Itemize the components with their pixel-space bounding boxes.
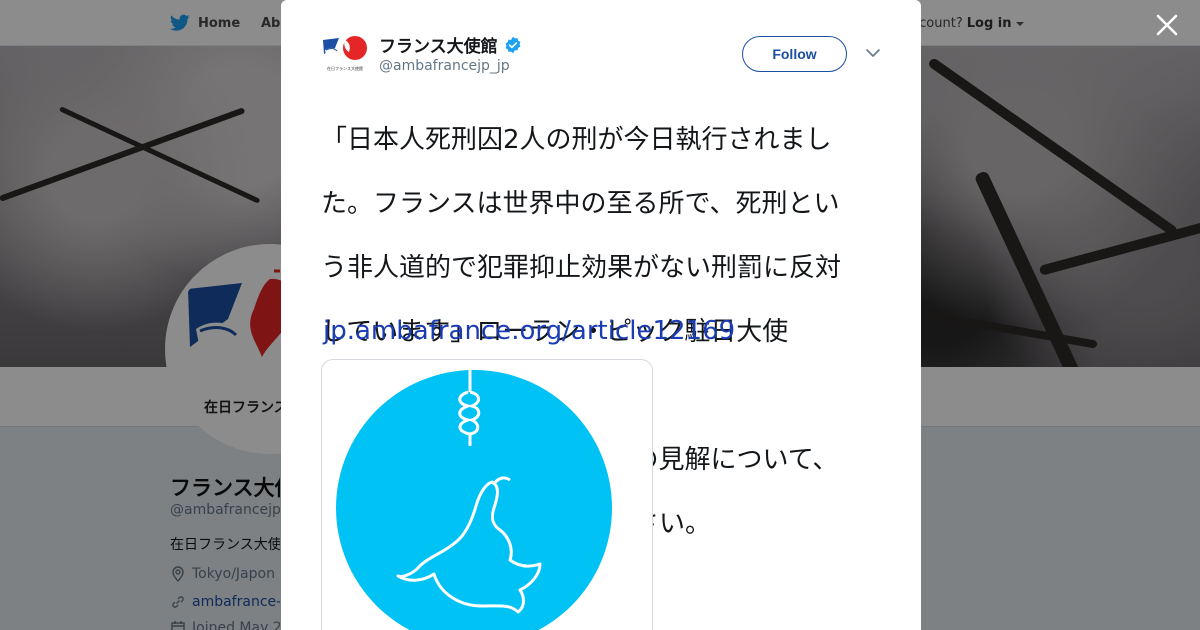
tweet-text-line: 「日本人死刑囚2人の刑が今日執行されまし <box>321 125 832 155</box>
tweet-media-card[interactable] <box>321 359 653 630</box>
author-name-text: フランス大使館 <box>379 37 498 57</box>
dove-noose-illustration <box>336 368 612 630</box>
tweet-link[interactable]: jp.ambafrance.org/article12169 <box>323 316 735 346</box>
tweet-text-line: う非人道的で犯罪抑止効果がない刑罰に反対 <box>321 253 842 283</box>
close-icon[interactable] <box>1154 12 1180 38</box>
tweet-header: 在日フランス大使館 フランス大使館 @ambafrancejp_jp Follo… <box>321 30 889 80</box>
chevron-down-icon[interactable] <box>865 46 881 60</box>
tweet-modal: 在日フランス大使館 フランス大使館 @ambafrancejp_jp Follo… <box>281 0 921 630</box>
author-name[interactable]: フランス大使館 <box>379 32 522 57</box>
author-handle[interactable]: @ambafrancejp_jp <box>379 58 510 74</box>
author-avatar[interactable]: 在日フランス大使館 <box>321 32 369 76</box>
tweet-text-line: た。フランスは世界中の至る所で、死刑とい <box>321 189 840 219</box>
follow-button[interactable]: Follow <box>742 36 847 72</box>
avatar-caption-text: 在日フランス大使館 <box>327 65 363 71</box>
verified-badge-icon <box>505 36 521 53</box>
